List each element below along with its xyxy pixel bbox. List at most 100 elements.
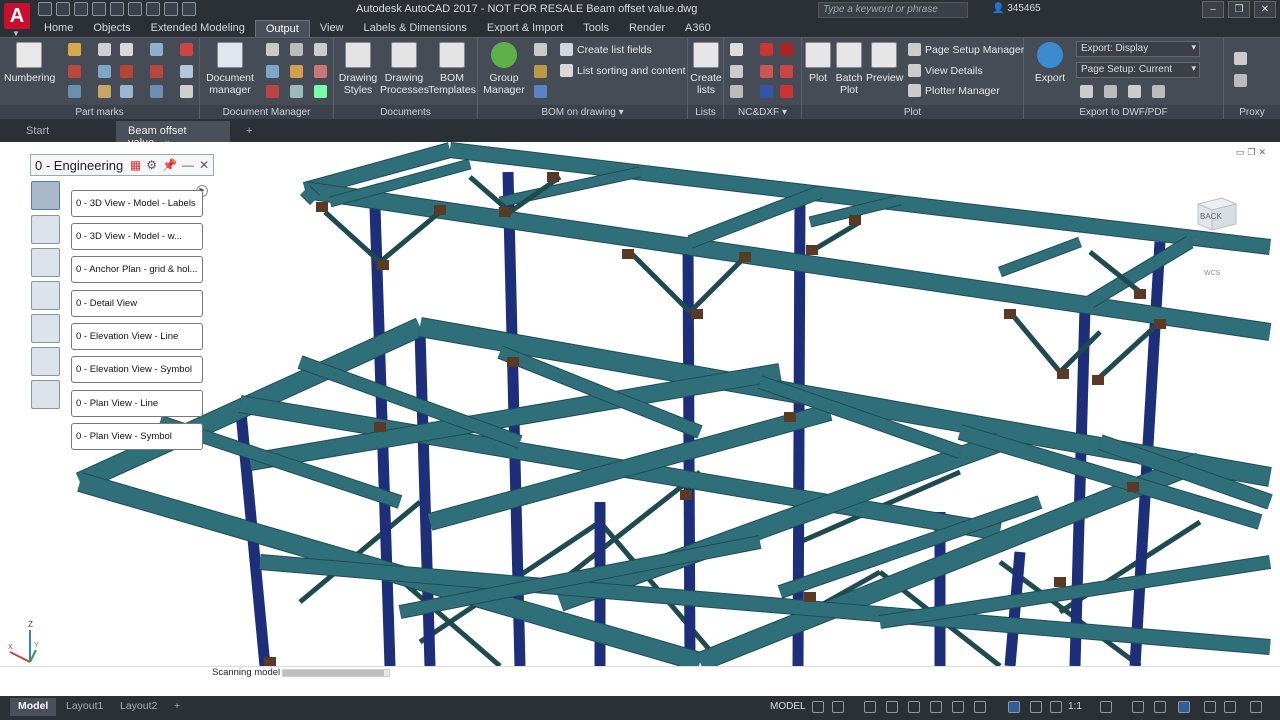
document-tool-icon[interactable]	[314, 65, 327, 78]
print-icon[interactable]	[146, 2, 160, 16]
undo-icon[interactable]	[164, 2, 178, 16]
3d-view-icon[interactable]	[31, 181, 60, 210]
page-setup-select[interactable]: Page Setup: Current	[1076, 62, 1200, 78]
export-tool-icon[interactable]	[1152, 85, 1165, 98]
document-tool-icon[interactable]	[290, 43, 303, 56]
palette-item-anchor-plan[interactable]: 0 - Anchor Plan - grid & hol...	[71, 256, 203, 283]
viewcube[interactable]: BACK N WCS	[1192, 190, 1240, 277]
units-icon[interactable]	[1154, 701, 1166, 713]
export-tool-icon[interactable]	[1104, 85, 1117, 98]
tab-labels-dimensions[interactable]: Labels & Dimensions	[354, 20, 477, 37]
numbering-button[interactable]: Numbering	[4, 42, 55, 84]
add-document-button[interactable]: +	[234, 121, 264, 142]
palette-item-elevation-line[interactable]: 0 - Elevation View - Line	[71, 323, 203, 350]
pin-icon[interactable]: 📌	[162, 158, 177, 172]
tab-view[interactable]: View	[310, 20, 354, 37]
page-setup-manager-button[interactable]: Page Setup Manager	[908, 43, 1024, 56]
export-button[interactable]: Export	[1032, 42, 1068, 84]
tab-home[interactable]: Home	[34, 20, 83, 37]
tab-a360[interactable]: A360	[675, 20, 721, 37]
part-mark-tool-icon[interactable]	[180, 43, 193, 56]
preview-button[interactable]: Preview	[866, 42, 903, 84]
export-tool-icon[interactable]	[1080, 85, 1093, 98]
document-tool-icon[interactable]	[266, 65, 279, 78]
document-manager-button[interactable]: Document manager	[202, 42, 258, 96]
snap-icon[interactable]	[832, 701, 844, 713]
palette-item-3d-view-model[interactable]: 0 - 3D View - Model - w...	[71, 223, 203, 250]
annotation-monitor-icon[interactable]	[1132, 701, 1144, 713]
open-icon[interactable]	[56, 2, 70, 16]
polar-tracking-icon[interactable]	[886, 701, 898, 713]
part-mark-tool-icon[interactable]	[150, 43, 163, 56]
tab-beam-offset-value[interactable]: Beam offset value×	[116, 121, 230, 149]
application-menu-button[interactable]: A ▼	[0, 0, 34, 40]
document-tool-icon[interactable]	[290, 85, 303, 98]
user-account[interactable]: 👤 345465	[992, 3, 1041, 14]
part-mark-tool-icon[interactable]	[150, 65, 163, 78]
clean-screen-icon[interactable]	[1224, 701, 1236, 713]
restore-button[interactable]: ❐	[1228, 1, 1250, 18]
lineweight-icon[interactable]	[974, 701, 986, 713]
grid-icon[interactable]	[812, 701, 824, 713]
drawing-styles-button[interactable]: Drawing Styles	[336, 42, 380, 96]
proxy-tool-icon[interactable]	[1234, 74, 1247, 87]
view-details-button[interactable]: View Details	[908, 64, 983, 77]
annotation-visibility-icon[interactable]	[1050, 701, 1062, 713]
minimize-icon[interactable]: —	[182, 158, 194, 172]
object-snap-tracking-icon[interactable]	[930, 701, 942, 713]
close-viewport-icon[interactable]: ✕	[1258, 147, 1266, 158]
part-mark-tool-icon[interactable]	[68, 43, 81, 56]
drawing-processes-button[interactable]: Drawing Processes	[380, 42, 429, 96]
plot-button[interactable]: Plot	[804, 42, 832, 84]
plot-icon[interactable]	[128, 2, 142, 16]
hardware-acceleration-icon[interactable]	[1204, 701, 1216, 713]
model-space-toggle[interactable]: MODEL	[770, 701, 806, 712]
part-mark-tool-icon[interactable]	[98, 85, 111, 98]
palette-item-detail-view[interactable]: 0 - Detail View	[71, 290, 203, 317]
export-display-select[interactable]: Export: Display	[1076, 41, 1200, 57]
nc-tool-icon[interactable]	[780, 85, 793, 98]
annotation-scale[interactable]: 1:1	[1068, 701, 1082, 712]
part-mark-tool-icon[interactable]	[180, 65, 193, 78]
document-tool-icon[interactable]	[314, 43, 327, 56]
list-sorting-button[interactable]: List sorting and content	[560, 64, 686, 77]
palette-item-3d-view-labels[interactable]: 0 - 3D View - Model - Labels	[71, 190, 203, 217]
batch-plot-button[interactable]: Batch Plot	[834, 42, 864, 96]
tab-extended-modeling[interactable]: Extended Modeling	[141, 20, 255, 37]
part-mark-tool-icon[interactable]	[120, 85, 133, 98]
proxy-tool-icon[interactable]	[1234, 52, 1247, 65]
3d-view-model-icon[interactable]	[31, 215, 60, 244]
bom-tool-icon[interactable]	[534, 43, 547, 56]
nc-tool-icon[interactable]	[780, 43, 793, 56]
nc-tool-icon[interactable]	[730, 85, 743, 98]
tab-output[interactable]: Output	[254, 20, 310, 37]
nc-tool-icon[interactable]	[760, 65, 773, 78]
tab-tools[interactable]: Tools	[573, 20, 619, 37]
nc-tool-icon[interactable]	[780, 65, 793, 78]
nc-tool-icon[interactable]	[730, 43, 743, 56]
minimize-viewport-icon[interactable]: ▭	[1236, 147, 1245, 158]
part-mark-tool-icon[interactable]	[98, 43, 111, 56]
selection-cycling-icon[interactable]	[1030, 701, 1042, 713]
palette-item-plan-line[interactable]: 0 - Plan View - Line	[71, 390, 203, 417]
dxf-tool-icon[interactable]	[730, 65, 743, 78]
nc-tool-icon[interactable]	[760, 43, 773, 56]
part-mark-tool-icon[interactable]	[120, 43, 133, 56]
new-icon[interactable]	[38, 2, 52, 16]
isolate-objects-icon[interactable]	[1178, 701, 1190, 713]
plan-view-icon[interactable]	[31, 380, 60, 409]
part-mark-tool-icon[interactable]	[68, 65, 81, 78]
part-mark-tool-icon[interactable]	[120, 65, 133, 78]
document-tool-icon[interactable]	[290, 65, 303, 78]
nc-tool-icon[interactable]	[760, 85, 773, 98]
flag-icon[interactable]: ▦	[130, 158, 141, 172]
wcs-label[interactable]: WCS	[1204, 270, 1220, 277]
tab-export-import[interactable]: Export & Import	[477, 20, 573, 37]
customization-icon[interactable]	[1250, 701, 1262, 713]
export-tool-icon[interactable]	[1128, 85, 1141, 98]
plotter-manager-button[interactable]: Plotter Manager	[908, 84, 1000, 97]
settings-icon[interactable]: ⚙	[146, 158, 157, 172]
save-icon[interactable]	[74, 2, 88, 16]
tab-layout1[interactable]: Layout1	[58, 698, 111, 716]
palette-header[interactable]: 0 - Engineering ▦ ⚙ 📌 — ✕	[30, 154, 214, 176]
